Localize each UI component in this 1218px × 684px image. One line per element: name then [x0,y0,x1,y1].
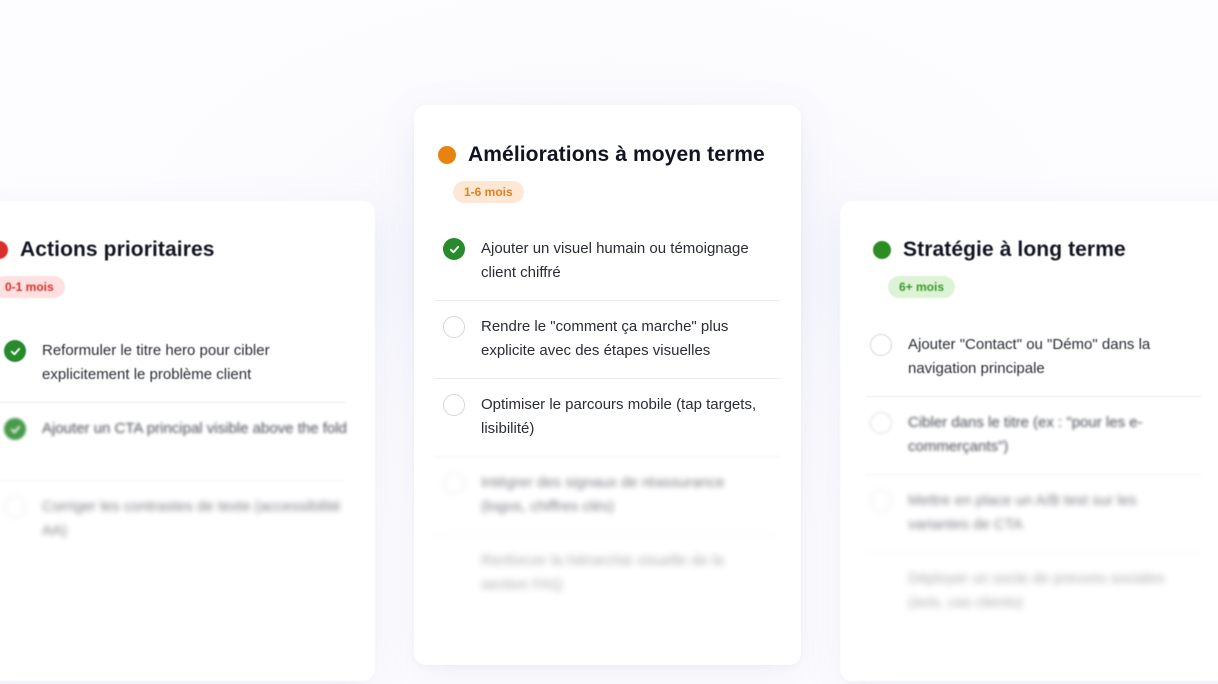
task-item[interactable]: Renforcer la hiérarchie visuelle de la s… [443,549,773,597]
roadmap-stage: Actions prioritaires 0-1 mois Reformuler… [0,0,1218,684]
card-title: Améliorations à moyen terme [468,143,765,166]
empty-circle-icon[interactable] [443,316,465,338]
priority-dot-icon [438,146,456,164]
empty-circle-icon[interactable] [443,394,465,416]
task-text: Déployer un socle de preuves sociales (a… [908,570,1165,611]
divider [434,378,780,379]
task-item[interactable]: Intégrer des signaux de réassurance (log… [443,471,773,519]
task-text: Mettre en place un A/B test sur les vari… [908,492,1137,533]
card-actions-prioritaires: Actions prioritaires 0-1 mois Reformuler… [0,201,375,681]
divider [866,396,1201,397]
priority-dot-icon [0,241,8,259]
task-item[interactable]: Ajouter "Contact" ou "Démo" dans la navi… [870,333,1190,381]
task-item[interactable]: Déployer un socle de preuves sociales (a… [870,567,1190,615]
task-text: Optimiser le parcours mobile (tap target… [481,396,757,437]
check-circle-icon[interactable] [4,340,26,362]
divider [434,300,780,301]
timeline-badge: 6+ mois [888,276,956,298]
task-item[interactable]: Reformuler le titre hero pour cibler exp… [4,339,349,387]
task-text: Ajouter un CTA principal visible above t… [42,420,347,437]
task-text: Ajouter "Contact" ou "Démo" dans la navi… [908,336,1151,377]
card-header: Stratégie à long terme [873,238,1126,262]
check-circle-icon[interactable] [443,238,465,260]
divider [0,402,345,403]
card-title: Stratégie à long terme [903,238,1126,261]
divider [866,474,1201,475]
card-title: Actions prioritaires [20,238,215,261]
empty-circle-icon[interactable] [870,334,892,356]
divider [0,480,345,481]
card-strategie-long-terme: Stratégie à long terme 6+ mois Ajouter "… [840,201,1218,681]
empty-circle-icon[interactable] [870,412,892,434]
task-text: Rendre le "comment ça marche" plus expli… [481,318,729,359]
task-item[interactable]: Mettre en place un A/B test sur les vari… [870,489,1190,537]
empty-circle-icon[interactable] [443,550,465,572]
empty-circle-icon[interactable] [870,568,892,590]
priority-dot-icon [873,241,891,259]
divider [434,456,780,457]
empty-circle-icon[interactable] [443,472,465,494]
task-item[interactable]: Corriger les contrastes de texte (access… [4,495,349,543]
task-text: Corriger les contrastes de texte (access… [42,498,341,539]
task-item[interactable]: Optimiser le parcours mobile (tap target… [443,393,773,441]
check-circle-icon[interactable] [4,418,26,440]
task-text: Ajouter un visuel humain ou témoignage c… [481,240,749,281]
task-text: Intégrer des signaux de réassurance (log… [481,474,725,515]
card-header: Actions prioritaires [0,238,215,262]
divider [434,534,780,535]
task-text: Reformuler le titre hero pour cibler exp… [42,342,270,383]
task-text: Renforcer la hiérarchie visuelle de la s… [481,552,724,593]
empty-circle-icon[interactable] [4,496,26,518]
task-item[interactable]: Ajouter un visuel humain ou témoignage c… [443,237,773,285]
task-item[interactable]: Cibler dans le titre (ex : "pour les e-c… [870,411,1190,459]
task-text: Cibler dans le titre (ex : "pour les e-c… [908,414,1143,455]
divider [866,552,1201,553]
task-item[interactable]: Ajouter un CTA principal visible above t… [4,417,349,441]
card-ameliorations-moyen-terme: Améliorations à moyen terme 1-6 mois Ajo… [414,105,801,665]
task-item[interactable]: Rendre le "comment ça marche" plus expli… [443,315,773,363]
timeline-badge: 0-1 mois [0,276,65,298]
timeline-badge: 1-6 mois [453,181,524,203]
empty-circle-icon[interactable] [870,490,892,512]
card-header: Améliorations à moyen terme [438,143,765,167]
